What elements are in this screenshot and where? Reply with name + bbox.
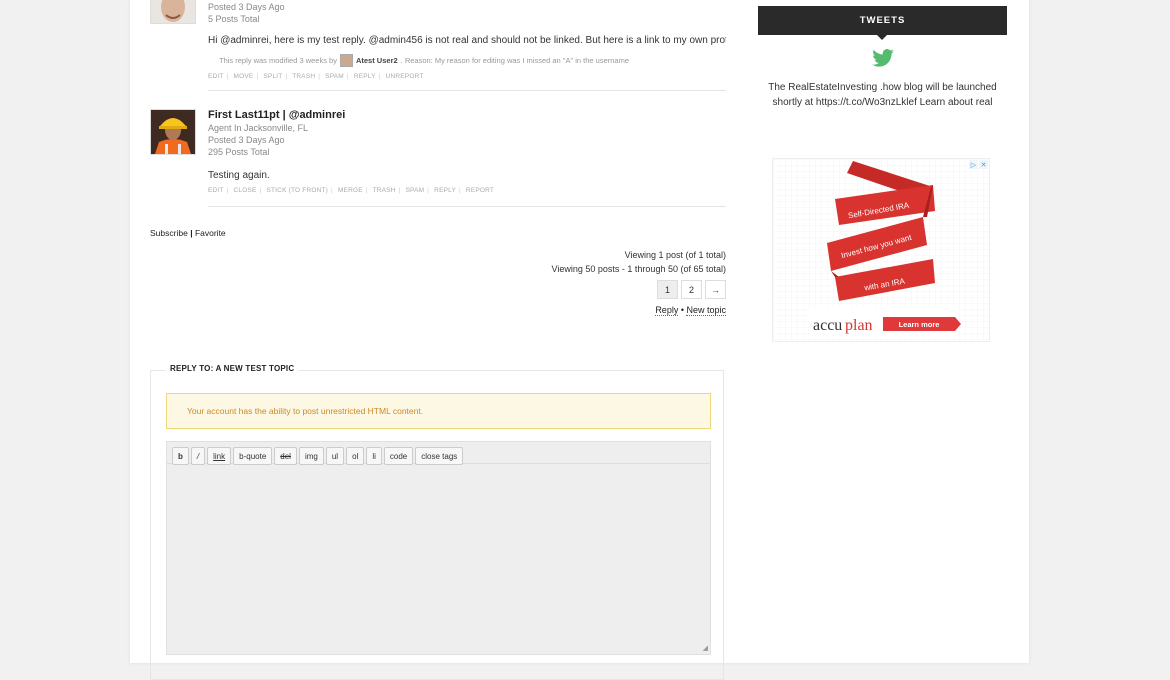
separator: | bbox=[331, 187, 333, 194]
italic-button[interactable]: / bbox=[190, 447, 206, 465]
unreport-link[interactable]: UNREPORT bbox=[386, 73, 424, 80]
img-button[interactable]: img bbox=[298, 447, 324, 465]
html-notice: Your account has the ability to post unr… bbox=[166, 393, 711, 429]
page-2-button[interactable]: 2 bbox=[681, 280, 702, 299]
separator: | bbox=[318, 73, 321, 80]
separator: | bbox=[346, 73, 349, 80]
separator: | bbox=[365, 187, 368, 194]
tweets-heading: TWEETS bbox=[758, 6, 1007, 40]
ad-brand-accu: accu bbox=[813, 317, 842, 334]
separator: | bbox=[398, 187, 401, 194]
tweet-text: The RealEstateInvesting .how blog will b… bbox=[768, 82, 997, 108]
separator: | bbox=[226, 187, 229, 194]
sidebar: TWEETS The RealEstateInvesting .how blog… bbox=[758, 6, 1007, 342]
viewing-posts-count: Viewing 50 posts - 1 through 50 (of 65 t… bbox=[551, 264, 726, 274]
ad-close-icon[interactable]: ✕ bbox=[979, 160, 988, 169]
author-name[interactable]: First Last11pt | @adminrei bbox=[208, 109, 726, 122]
pagination: 1 2 → bbox=[150, 280, 726, 299]
topic-actions: Reply • New topic bbox=[150, 305, 726, 316]
spam-link[interactable]: SPAM bbox=[406, 187, 425, 194]
ad-graphic: Self-Directed IRA Invest how you want wi… bbox=[773, 159, 989, 341]
ad-brand-plan: plan bbox=[845, 317, 873, 334]
close-tags-button[interactable]: close tags bbox=[415, 447, 464, 465]
topic-main: Posted 3 Days Ago 5 Posts Total Hi @admi… bbox=[150, 0, 726, 680]
spam-link[interactable]: SPAM bbox=[325, 73, 344, 80]
learn-more-label: Learn more bbox=[899, 320, 940, 329]
avatar[interactable] bbox=[150, 0, 196, 24]
favorite-link[interactable]: Favorite bbox=[195, 228, 226, 238]
post-date: Posted 3 Days Ago bbox=[208, 135, 285, 145]
close-link[interactable]: CLOSE bbox=[234, 187, 257, 194]
reply-post: First Last11pt | @adminrei Agent In Jack… bbox=[150, 109, 726, 194]
page-container: Posted 3 Days Ago 5 Posts Total Hi @admi… bbox=[130, 0, 1029, 680]
post-meta: Posted 3 Days Ago 5 Posts Total bbox=[208, 0, 726, 25]
reply-link[interactable]: REPLY bbox=[354, 73, 376, 80]
new-topic-link[interactable]: New topic bbox=[686, 305, 726, 316]
stick-link[interactable]: STICK (TO FRONT) bbox=[266, 187, 328, 194]
edit-link[interactable]: EDIT bbox=[208, 73, 224, 80]
subscribe-link[interactable]: Subscribe bbox=[150, 228, 188, 238]
editor-avatar bbox=[339, 54, 353, 67]
post-divider bbox=[208, 90, 726, 91]
code-button[interactable]: code bbox=[383, 447, 414, 465]
blockquote-button[interactable]: b-quote bbox=[233, 447, 273, 465]
viewing-post-count: Viewing 1 post (of 1 total) bbox=[624, 250, 726, 260]
report-link[interactable]: REPORT bbox=[466, 187, 494, 194]
separator: | bbox=[226, 73, 229, 80]
split-link[interactable]: SPLIT bbox=[263, 73, 282, 80]
post-meta: Agent In Jacksonville, FL Posted 3 Days … bbox=[208, 122, 726, 158]
reply-link[interactable]: Reply bbox=[655, 305, 679, 316]
avatar[interactable] bbox=[150, 109, 196, 155]
reply-post: Posted 3 Days Ago 5 Posts Total Hi @admi… bbox=[150, 0, 726, 80]
edit-link[interactable]: EDIT bbox=[208, 187, 224, 194]
twitter-bird-icon bbox=[758, 49, 1007, 72]
revision-text: This reply was modified 3 weeks by bbox=[219, 56, 337, 65]
trash-link[interactable]: TRASH bbox=[373, 187, 396, 194]
subscription-links: Subscribe | Favorite bbox=[150, 228, 726, 238]
author-location: Agent In Jacksonville, FL bbox=[208, 123, 309, 133]
post-count: 295 Posts Total bbox=[208, 147, 270, 157]
li-button[interactable]: li bbox=[366, 447, 382, 465]
separator: | bbox=[378, 73, 381, 80]
reply-form-title: REPLY TO: A NEW TEST TOPIC bbox=[165, 364, 300, 373]
page-1-button[interactable]: 1 bbox=[657, 280, 678, 299]
reply-editor: b / link b-quote del img ul ol li code c… bbox=[166, 441, 711, 655]
separator: | bbox=[259, 187, 262, 194]
separator: | bbox=[285, 73, 288, 80]
del-button[interactable]: del bbox=[274, 447, 297, 465]
revision-log: This reply was modified 3 weeks by Atest… bbox=[219, 54, 726, 67]
post-divider bbox=[208, 206, 726, 207]
link-button[interactable]: link bbox=[207, 447, 232, 465]
editor-user-link[interactable]: Atest User2 bbox=[356, 56, 398, 65]
separator: | bbox=[427, 187, 430, 194]
post-content: Testing again. bbox=[208, 170, 270, 181]
admin-links: EDIT | MOVE | SPLIT | TRASH | SPAM | REPLY | U… bbox=[208, 73, 726, 80]
move-link[interactable]: MOVE bbox=[234, 73, 254, 80]
adchoices-icon[interactable]: ▷ bbox=[969, 160, 978, 169]
ol-button[interactable]: ol bbox=[346, 447, 365, 465]
reply-link[interactable]: REPLY bbox=[434, 187, 456, 194]
merge-link[interactable]: MERGE bbox=[338, 187, 363, 194]
bold-button[interactable]: b bbox=[172, 447, 189, 465]
reply-form: REPLY TO: A NEW TEST TOPIC Your account … bbox=[150, 364, 724, 680]
admin-links: EDIT | CLOSE | STICK (TO FRONT) | MERGE | TR… bbox=[208, 187, 726, 194]
editor-toolbar: b / link b-quote del img ul ol li code c… bbox=[167, 442, 710, 465]
separator: | bbox=[459, 187, 461, 194]
post-date: Posted 3 Days Ago bbox=[208, 2, 285, 12]
resize-handle-icon[interactable]: ◢ bbox=[703, 644, 708, 652]
separator: | bbox=[190, 228, 193, 238]
ad-badges: ▷ ✕ bbox=[969, 160, 988, 169]
ul-button[interactable]: ul bbox=[325, 447, 345, 465]
revision-reason: . Reason: My reason for editing was I mi… bbox=[400, 56, 630, 65]
reply-textarea[interactable] bbox=[167, 464, 710, 654]
ad-banner[interactable]: Self-Directed IRA Invest how you want wi… bbox=[772, 158, 990, 342]
post-count: 5 Posts Total bbox=[208, 14, 260, 24]
next-page-button[interactable]: → bbox=[705, 280, 726, 299]
trash-link[interactable]: TRASH bbox=[292, 73, 315, 80]
pagination-counts: Viewing 1 post (of 1 total) Viewing 50 p… bbox=[150, 248, 726, 276]
post-content: Hi @adminrei, here is my test reply. @ad… bbox=[208, 35, 726, 46]
separator: | bbox=[256, 73, 259, 80]
